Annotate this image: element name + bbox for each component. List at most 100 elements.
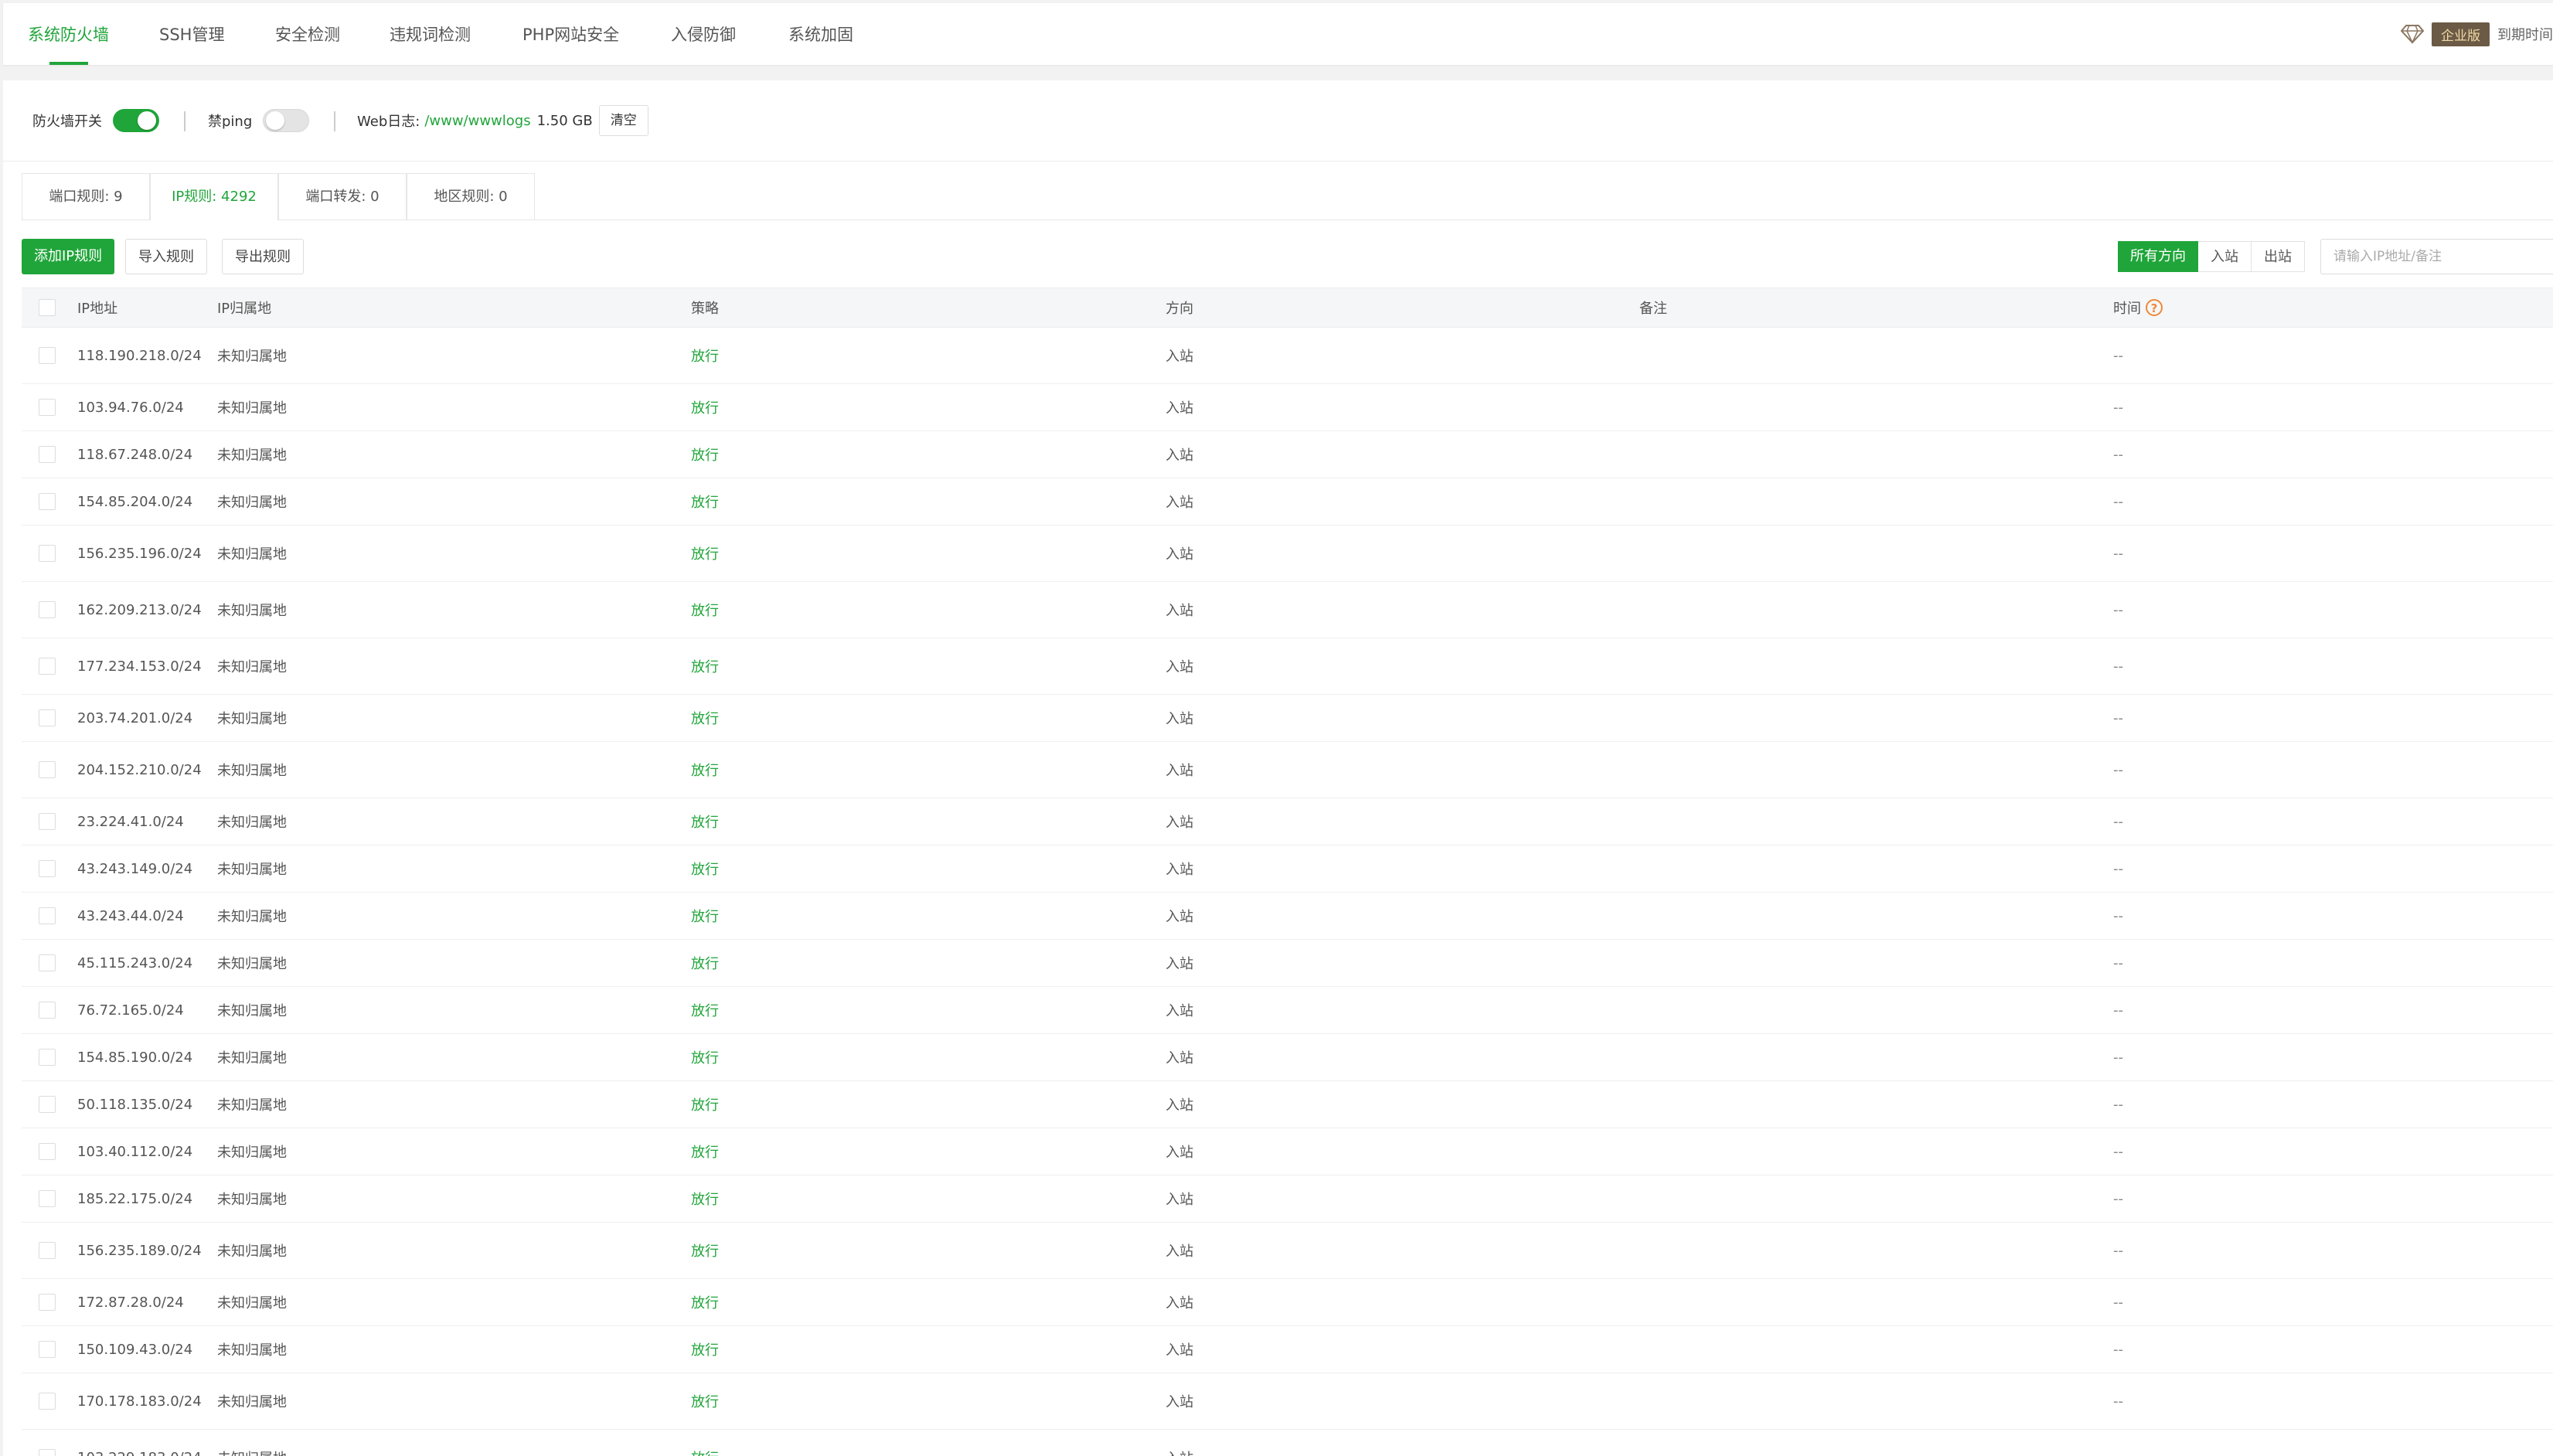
policy-cell: 放行 [691,495,719,511]
location-cell: 未知归属地 [217,956,287,972]
time-cell: -- [2113,658,2123,675]
row-checkbox[interactable] [39,493,56,510]
tab-ssh[interactable]: SSH管理 [159,3,224,65]
export-rules-button[interactable]: 导出规则 [222,239,304,274]
row-checkbox[interactable] [39,1294,56,1311]
table-row: 203.74.201.0/24 未知归属地 放行 入站 -- [22,695,2553,742]
col-time-label: 时间 [2113,301,2141,317]
policy-cell: 放行 [691,349,719,365]
col-direction: 方向 [1166,301,1193,317]
direction-cell: 入站 [1166,349,1193,365]
row-checkbox[interactable] [39,347,56,364]
row-checkbox[interactable] [39,601,56,618]
ip-address: 156.235.196.0/24 [77,545,202,562]
row-checkbox[interactable] [39,1393,56,1410]
location-cell: 未知归属地 [217,1192,287,1208]
location-cell: 未知归属地 [217,862,287,878]
direction-all-button[interactable]: 所有方向 [2118,241,2198,272]
row-checkbox[interactable] [39,399,56,416]
row-checkbox[interactable] [39,1002,56,1019]
ip-cell: 162.209.213.0/24 [77,582,224,638]
firewall-toggle[interactable] [113,109,159,132]
row-checkbox[interactable] [39,1096,56,1113]
table-row: 162.209.213.0/24 未知归属地 放行 入站 -- [22,582,2553,638]
row-checkbox[interactable] [39,1449,56,1456]
tab-label: 入侵防御 [671,26,736,44]
location-cell: 未知归属地 [217,349,287,365]
direction-cell: 入站 [1166,1003,1193,1019]
row-checkbox[interactable] [39,954,56,971]
question-circle-icon[interactable]: ? [2146,299,2163,316]
tab-system-hardening[interactable]: 系统加固 [788,3,853,65]
row-checkbox[interactable] [39,545,56,562]
tab-system-firewall[interactable]: 系统防火墙 [28,3,109,65]
tab-port-forward[interactable]: 端口转发: 0 [278,173,407,219]
search-input[interactable] [2320,239,2553,274]
rule-type-tabs: 端口规则: 9 IP规则: 4292 端口转发: 0 地区规则: 0 [22,173,2553,220]
add-ip-rule-button[interactable]: 添加IP规则 [22,239,115,274]
direction-cell: 入站 [1166,659,1193,675]
location-cell: 未知归属地 [217,495,287,511]
tab-port-rules[interactable]: 端口规则: 9 [22,173,150,219]
policy-cell: 放行 [691,763,719,779]
row-checkbox[interactable] [39,907,56,924]
edition-area: 企业版 到期时间 [2401,3,2553,65]
ip-address: 118.190.218.0/24 [77,347,202,364]
policy-cell: 放行 [691,603,719,619]
time-cell: -- [2113,1242,2123,1259]
row-checkbox[interactable] [39,813,56,830]
location-cell: 未知归属地 [217,1003,287,1019]
ip-cell: 45.115.243.0/24 [77,940,224,986]
tab-php-security[interactable]: PHP网站安全 [523,3,619,65]
row-checkbox[interactable] [39,658,56,675]
row-checkbox[interactable] [39,1242,56,1259]
tab-security-check[interactable]: 安全检测 [275,3,340,65]
direction-inbound-button[interactable]: 入站 [2198,241,2252,272]
col-time: 时间 ? [2113,288,2163,327]
time-cell: -- [2113,761,2123,778]
tab-ip-rules[interactable]: IP规则: 4292 [150,173,278,220]
row-checkbox[interactable] [39,1341,56,1358]
row-checkbox-cell [39,1128,56,1175]
time-cell: -- [2113,709,2123,726]
direction-cell: 入站 [1166,763,1193,779]
row-checkbox[interactable] [39,1190,56,1207]
location-cell: 未知归属地 [217,1243,287,1260]
time-cell: -- [2113,1341,2123,1358]
row-checkbox[interactable] [39,1143,56,1160]
policy-cell: 放行 [691,1003,719,1019]
ip-cell: 204.152.210.0/24 [77,742,224,798]
row-checkbox[interactable] [39,1049,56,1066]
ip-address: 154.85.190.0/24 [77,1049,193,1066]
table-row: 23.224.41.0/24 未知归属地 放行 入站 -- [22,798,2553,845]
direction-outbound-button[interactable]: 出站 [2252,241,2305,272]
weblog-path-link[interactable]: /www/wwwlogs [424,113,530,129]
direction-cell: 入站 [1166,1430,1193,1456]
row-checkbox[interactable] [39,709,56,726]
row-checkbox[interactable] [39,761,56,778]
location-cell: 未知归属地 [217,546,287,563]
row-checkbox-cell [39,638,56,694]
ip-address: 185.22.175.0/24 [77,1190,193,1207]
location-cell: 未知归属地 [217,1342,287,1359]
location-cell: 未知归属地 [217,815,287,831]
row-checkbox[interactable] [39,446,56,463]
import-rules-button[interactable]: 导入规则 [125,239,207,274]
row-checkbox[interactable] [39,860,56,877]
tab-label: 安全检测 [275,26,340,44]
tab-word-check[interactable]: 违规词检测 [390,3,471,65]
ip-rules-table: IP地址 IP归属地 策略 方向 备注 时间 ? 118.190.218.0/2… [22,287,2553,1456]
tab-region-rules[interactable]: 地区规则: 0 [407,173,535,219]
table-header: IP地址 IP归属地 策略 方向 备注 时间 ? [22,287,2553,328]
ip-cell: 170.178.183.0/24 [77,1373,224,1429]
ping-toggle[interactable] [263,109,310,132]
policy-cell: 放行 [691,956,719,972]
select-all-checkbox[interactable] [39,299,56,316]
ip-address: 23.224.41.0/24 [77,813,184,830]
ip-cell: 76.72.165.0/24 [77,987,224,1033]
col-ip[interactable]: IP地址 [77,288,117,327]
clear-log-button[interactable]: 清空 [598,105,648,136]
table-row: 150.109.43.0/24 未知归属地 放行 入站 -- [22,1326,2553,1373]
table-row: 118.67.248.0/24 未知归属地 放行 入站 -- [22,431,2553,478]
tab-intrusion-defense[interactable]: 入侵防御 [671,3,736,65]
